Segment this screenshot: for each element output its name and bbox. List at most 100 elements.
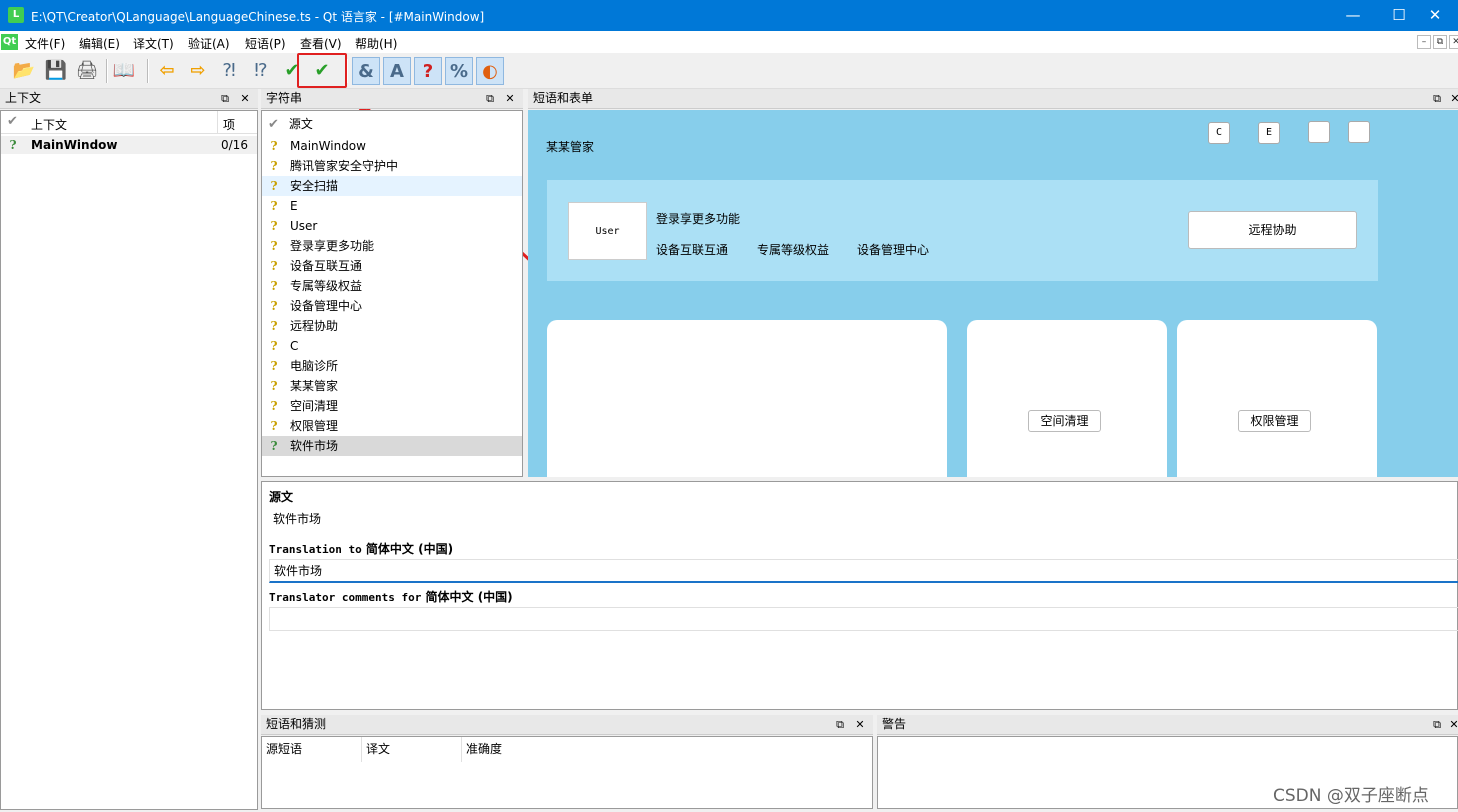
string-text: 设备管理中心 (290, 299, 363, 313)
prev-unfinished-icon[interactable]: ⁈ (215, 57, 243, 85)
preview-remote-button[interactable]: 远程协助 (1188, 211, 1357, 249)
context-row-mainwindow[interactable]: ? MainWindow 0/16 (1, 136, 257, 154)
title-bar: L E:\QT\Creator\QLanguage\LanguageChines… (0, 0, 1458, 31)
context-column-header[interactable]: 上下文 (31, 116, 67, 133)
comments-input[interactable] (269, 607, 1458, 631)
string-row[interactable]: ? 设备互联互通 (262, 256, 522, 276)
string-row[interactable]: ? 安全扫描 (262, 176, 522, 196)
preview-permission-button[interactable]: 权限管理 (1238, 410, 1311, 432)
string-row[interactable]: ? MainWindow (262, 136, 522, 156)
preview-feature-1[interactable]: 设备互联互通 (656, 241, 728, 258)
main-toolbar: 📂 💾 🖨 📖 ⇦ ⇨ ⁈ ⁉ ✔ ✔ & A ? % ◐ (0, 53, 1458, 89)
context-name: MainWindow (31, 138, 118, 152)
string-row[interactable]: ? 某某管家 (262, 376, 522, 396)
question-icon: ? (270, 379, 278, 393)
dock-float-icon[interactable]: ⧉ (483, 89, 497, 108)
accelerators-icon[interactable]: & (352, 57, 380, 85)
preview-feature-3[interactable]: 设备管理中心 (857, 241, 929, 258)
phrase-source-column[interactable]: 源短语 (262, 737, 362, 762)
minimize-button[interactable]: — (1330, 0, 1376, 31)
close-button[interactable]: ✕ (1412, 0, 1458, 31)
string-row[interactable]: ? 专属等级权益 (262, 276, 522, 296)
mdi-close-button[interactable]: ✕ (1449, 35, 1458, 49)
question-icon: ? (270, 199, 278, 213)
strings-list: ✔ 源文 ? MainWindow ? 腾讯管家安全守护中 ? 安全扫描 ? E ? Use… (261, 110, 523, 477)
question-icon: ? (270, 139, 278, 153)
context-count: 0/16 (221, 138, 248, 152)
menu-edit[interactable]: 编辑(E) (79, 35, 120, 52)
string-row[interactable]: ? User (262, 216, 522, 236)
menu-translation[interactable]: 译文(T) (133, 35, 174, 52)
next-icon[interactable]: ⇨ (184, 57, 212, 85)
watermark: CSDN @双子座断点 (1273, 786, 1429, 806)
check-icon: ✔ (7, 114, 18, 129)
dock-float-icon[interactable]: ⧉ (218, 89, 232, 108)
preview-c-button[interactable]: C (1208, 122, 1230, 144)
string-row-selected[interactable]: ? 软件市场 (262, 436, 522, 456)
preview-feature-2[interactable]: 专属等级权益 (757, 241, 829, 258)
dock-close-icon[interactable]: ✕ (238, 89, 252, 108)
print-icon[interactable]: 🖨 (73, 57, 101, 85)
prev-icon[interactable]: ⇦ (153, 57, 181, 85)
save-icon[interactable]: 💾 (42, 57, 70, 85)
warnings-list: CSDN @双子座断点 (877, 736, 1458, 809)
punctuation-icon[interactable]: A (383, 57, 411, 85)
preview-e-button[interactable]: E (1258, 122, 1280, 144)
string-row[interactable]: ? 空间清理 (262, 396, 522, 416)
preview-blank-button[interactable] (1348, 121, 1370, 143)
dock-close-icon[interactable]: ✕ (853, 715, 867, 734)
menu-help[interactable]: 帮助(H) (355, 35, 397, 52)
string-text: E (290, 199, 298, 213)
string-row[interactable]: ? 电脑诊所 (262, 356, 522, 376)
qt-logo-icon[interactable]: Qt (1, 34, 18, 50)
question-icon: ? (270, 159, 278, 173)
length-icon[interactable]: ◐ (476, 57, 504, 85)
dock-float-icon[interactable]: ⧉ (833, 715, 847, 734)
strings-list-header[interactable]: ✔ 源文 (262, 114, 522, 134)
mdi-minimize-button[interactable]: – (1417, 35, 1431, 49)
string-row[interactable]: ? 远程协助 (262, 316, 522, 336)
place-markers-icon[interactable]: % (445, 57, 473, 85)
forms-dock-title-label: 短语和表单 (533, 91, 594, 105)
phrase-matches-icon[interactable]: ? (414, 57, 442, 85)
string-row[interactable]: ? 设备管理中心 (262, 296, 522, 316)
preview-space-clean-button[interactable]: 空间清理 (1028, 410, 1101, 432)
dock-close-icon[interactable]: ✕ (503, 89, 517, 108)
preview-card-main (547, 320, 947, 477)
preview-brand[interactable]: 某某管家 (546, 138, 594, 155)
string-row[interactable]: ? E (262, 196, 522, 216)
menu-validation[interactable]: 验证(A) (188, 35, 230, 52)
app-icon: L (8, 7, 24, 23)
menu-view[interactable]: 查看(V) (300, 35, 342, 52)
string-text: 远程协助 (290, 319, 339, 333)
dock-close-icon[interactable]: ✕ (1448, 89, 1458, 108)
phrase-translation-column[interactable]: 译文 (362, 737, 462, 762)
question-icon: ? (270, 419, 278, 433)
menu-file[interactable]: 文件(F) (25, 35, 65, 52)
warnings-dock-title: 警告 ⧉ ✕ (877, 715, 1458, 735)
translation-input[interactable]: 软件市场 (269, 559, 1458, 583)
phrasebook-icon[interactable]: 📖 (110, 57, 138, 85)
question-icon: ? (9, 138, 17, 152)
preview-user-avatar[interactable]: User (568, 202, 647, 260)
string-row[interactable]: ? 登录享更多功能 (262, 236, 522, 256)
mdi-restore-button[interactable]: ⧉ (1433, 35, 1447, 49)
open-icon[interactable]: 📂 (10, 57, 38, 85)
translation-label: Translation to 简体中文 (中国) (269, 542, 454, 556)
dock-float-icon[interactable]: ⧉ (1430, 715, 1444, 734)
string-row[interactable]: ? 腾讯管家安全守护中 (262, 156, 522, 176)
dock-float-icon[interactable]: ⧉ (1430, 89, 1444, 108)
phrases-dock-title: 短语和猜测 ⧉ ✕ (261, 715, 873, 735)
preview-login-text[interactable]: 登录享更多功能 (656, 210, 740, 227)
menu-phrases[interactable]: 短语(P) (245, 35, 286, 52)
phrase-accuracy-column[interactable]: 准确度 (462, 737, 562, 762)
items-column-header[interactable]: 项 (223, 116, 235, 133)
string-row[interactable]: ? 权限管理 (262, 416, 522, 436)
preview-blank-button[interactable] (1308, 121, 1330, 143)
dock-close-icon[interactable]: ✕ (1447, 715, 1458, 734)
source-label: 源文 (269, 490, 294, 504)
next-unfinished-icon[interactable]: ⁉ (247, 57, 275, 85)
string-row[interactable]: ? C (262, 336, 522, 356)
preview-card-permission (1177, 320, 1377, 477)
string-text: 权限管理 (290, 419, 339, 433)
